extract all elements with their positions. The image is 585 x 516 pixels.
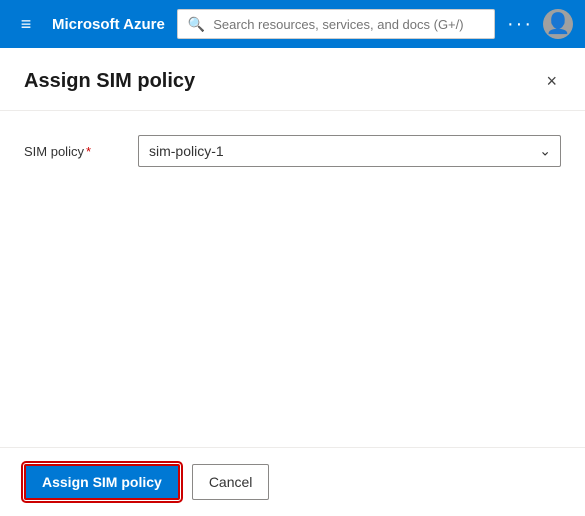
sim-policy-label: SIM policy* [24, 144, 114, 159]
navbar-actions: ··· 👤 [507, 9, 573, 39]
cancel-button[interactable]: Cancel [192, 464, 270, 500]
close-button[interactable]: × [542, 68, 561, 94]
avatar[interactable]: 👤 [543, 9, 573, 39]
sim-policy-select[interactable]: sim-policy-1 sim-policy-2 sim-policy-3 [138, 135, 561, 167]
more-options-icon[interactable]: ··· [507, 13, 533, 36]
search-icon: 🔍 [188, 16, 205, 33]
assign-sim-policy-button[interactable]: Assign SIM policy [24, 464, 180, 500]
sim-policy-select-wrapper: sim-policy-1 sim-policy-2 sim-policy-3 ⌄ [138, 135, 561, 167]
hamburger-menu-icon[interactable]: ≡ [12, 14, 40, 35]
panel-body: SIM policy* sim-policy-1 sim-policy-2 si… [0, 111, 585, 447]
required-indicator: * [86, 144, 91, 159]
brand-name: Microsoft Azure [52, 16, 165, 33]
main-content: Assign SIM policy × SIM policy* sim-poli… [0, 48, 585, 516]
search-bar[interactable]: 🔍 [177, 9, 495, 39]
navbar: ≡ Microsoft Azure 🔍 ··· 👤 [0, 0, 585, 48]
panel-header: Assign SIM policy × [0, 48, 585, 110]
search-input[interactable] [213, 17, 484, 32]
panel-footer: Assign SIM policy Cancel [0, 447, 585, 516]
sim-policy-row: SIM policy* sim-policy-1 sim-policy-2 si… [24, 135, 561, 167]
panel-title: Assign SIM policy [24, 70, 195, 93]
assign-sim-policy-panel: Assign SIM policy × SIM policy* sim-poli… [0, 48, 585, 516]
user-avatar-icon: 👤 [546, 14, 571, 34]
